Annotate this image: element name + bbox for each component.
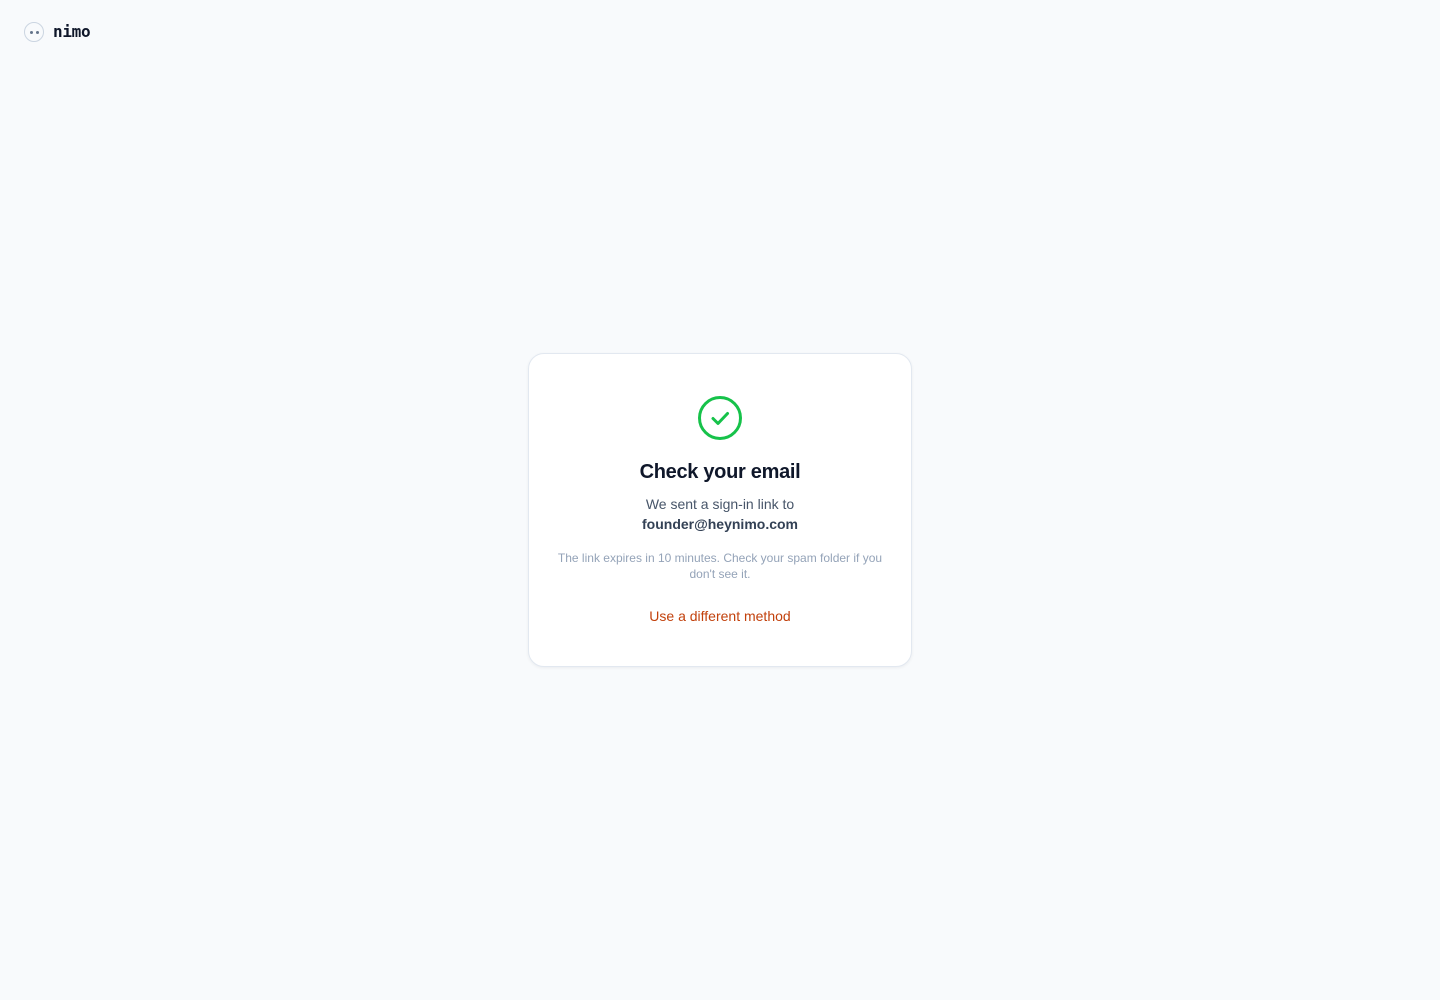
card-title: Check your email — [639, 461, 801, 483]
check-circle-icon — [698, 396, 742, 440]
brand[interactable]: nimo — [24, 21, 91, 43]
nimo-logo-icon — [24, 22, 44, 42]
sent-link-text: We sent a sign-in link to — [645, 496, 795, 512]
expiry-note: The link expires in 10 minutes. Check yo… — [557, 551, 883, 581]
recipient-email: founder@heynimo.com — [642, 516, 798, 532]
use-different-method-link[interactable]: Use a different method — [629, 606, 811, 626]
brand-name: nimo — [53, 22, 91, 41]
check-email-card: Check your email We sent a sign-in link … — [528, 353, 912, 667]
